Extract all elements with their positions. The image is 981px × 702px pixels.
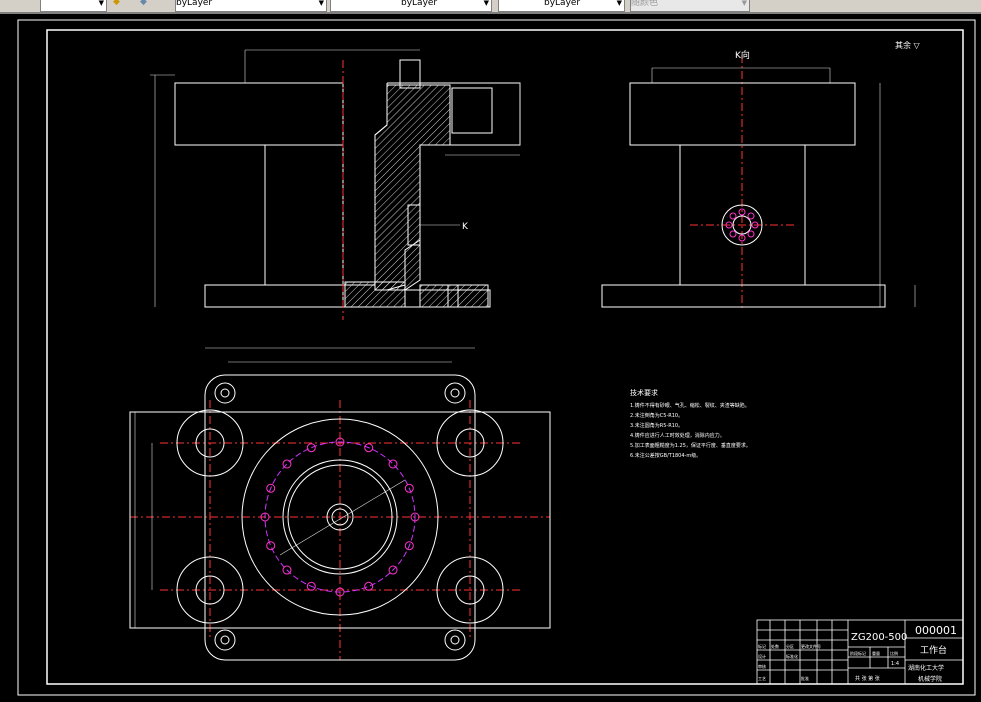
plotstyle-value: 随颜色: [631, 0, 659, 8]
bolt-hole: [306, 443, 316, 453]
part-code: 000001: [915, 624, 957, 637]
part-name: 工作台: [920, 644, 947, 656]
tb-label: 更改文件号: [801, 643, 821, 649]
centerlines: [130, 55, 795, 660]
tb-label: 标记: [758, 643, 766, 649]
bolt-hole: [266, 541, 276, 551]
tb-label: 审核: [758, 663, 766, 669]
tech-item: 6.未注公差按GB/T1804-m级。: [630, 452, 701, 459]
color-dropdown[interactable]: byLayer ▼: [175, 0, 327, 12]
view-k-label: K向: [735, 49, 750, 61]
bolt-hole: [282, 459, 292, 469]
bolt-hole: [388, 459, 398, 469]
school-name: 湖南化工大学: [908, 664, 944, 672]
tech-item: 2.未注倒角为C5-R10。: [630, 412, 683, 419]
color-value: byLayer: [176, 0, 213, 8]
title-block: ZG200-500 000001 工作台 湖南化工大学 机械学院 1:4 共 张…: [756, 619, 964, 685]
tb-label: 阶段标记: [850, 650, 866, 656]
layer-previous-icon[interactable]: ◆: [140, 0, 147, 7]
drawing-canvas[interactable]: K K向 其余 ▽ 技术要求 1.铸件不得有砂眼、气孔、缩松、裂纹、夹渣等缺陷。…: [0, 14, 981, 702]
layer-tool-icon[interactable]: ◆: [113, 0, 120, 7]
linetype-value: byLayer: [401, 0, 438, 8]
tb-label: 设计: [758, 653, 766, 659]
tb-label: 分区: [786, 643, 794, 649]
tb-label: 重量: [872, 650, 880, 656]
tb-label: 标准化: [786, 653, 798, 659]
tb-label: 处数: [771, 643, 779, 649]
department: 机械学院: [918, 675, 942, 683]
sheet-info: 共 张 第 张: [855, 675, 880, 682]
lineweight-value: byLayer: [544, 0, 581, 8]
properties-toolbar: ▼ ◆ ◆ byLayer ▼ byLayer ▼ byLayer ▼ 随颜色 ▼: [0, 0, 981, 14]
front-section-view: [174, 59, 521, 308]
side-view: [601, 82, 886, 308]
bolt-hole: [364, 581, 374, 591]
section-k-label: K: [462, 222, 469, 232]
tb-label: 比例: [890, 650, 898, 656]
plotstyle-dropdown[interactable]: 随颜色 ▼: [630, 0, 750, 12]
outer-border: [17, 19, 976, 696]
lineweight-dropdown[interactable]: byLayer ▼: [498, 0, 625, 12]
roughness-note: 其余 ▽: [895, 40, 921, 50]
drawing-number: ZG200-500: [851, 632, 907, 643]
tb-label: 批准: [801, 675, 809, 681]
tech-item: 4.铸件应进行人工时效处理，消除内应力。: [630, 432, 725, 439]
tech-item: 1.铸件不得有砂眼、气孔、缩松、裂纹、夹渣等缺陷。: [630, 402, 750, 409]
dimensions: K: [134, 49, 916, 628]
tb-label: 工艺: [758, 676, 766, 681]
layer-dropdown[interactable]: ▼: [40, 0, 107, 12]
technical-requirements: 技术要求 1.铸件不得有砂眼、气孔、缩松、裂纹、夹渣等缺陷。 2.未注倒角为C5…: [630, 388, 751, 459]
tech-item: 5.加工表面粗糙度为1.25，保证平行度、垂直度要求。: [630, 442, 751, 449]
tech-title: 技术要求: [630, 388, 658, 397]
inner-border: [46, 29, 964, 685]
linetype-dropdown[interactable]: byLayer ▼: [330, 0, 492, 12]
tech-item: 3.未注圆角为R5-R10。: [630, 422, 683, 429]
scale: 1:4: [891, 661, 899, 667]
